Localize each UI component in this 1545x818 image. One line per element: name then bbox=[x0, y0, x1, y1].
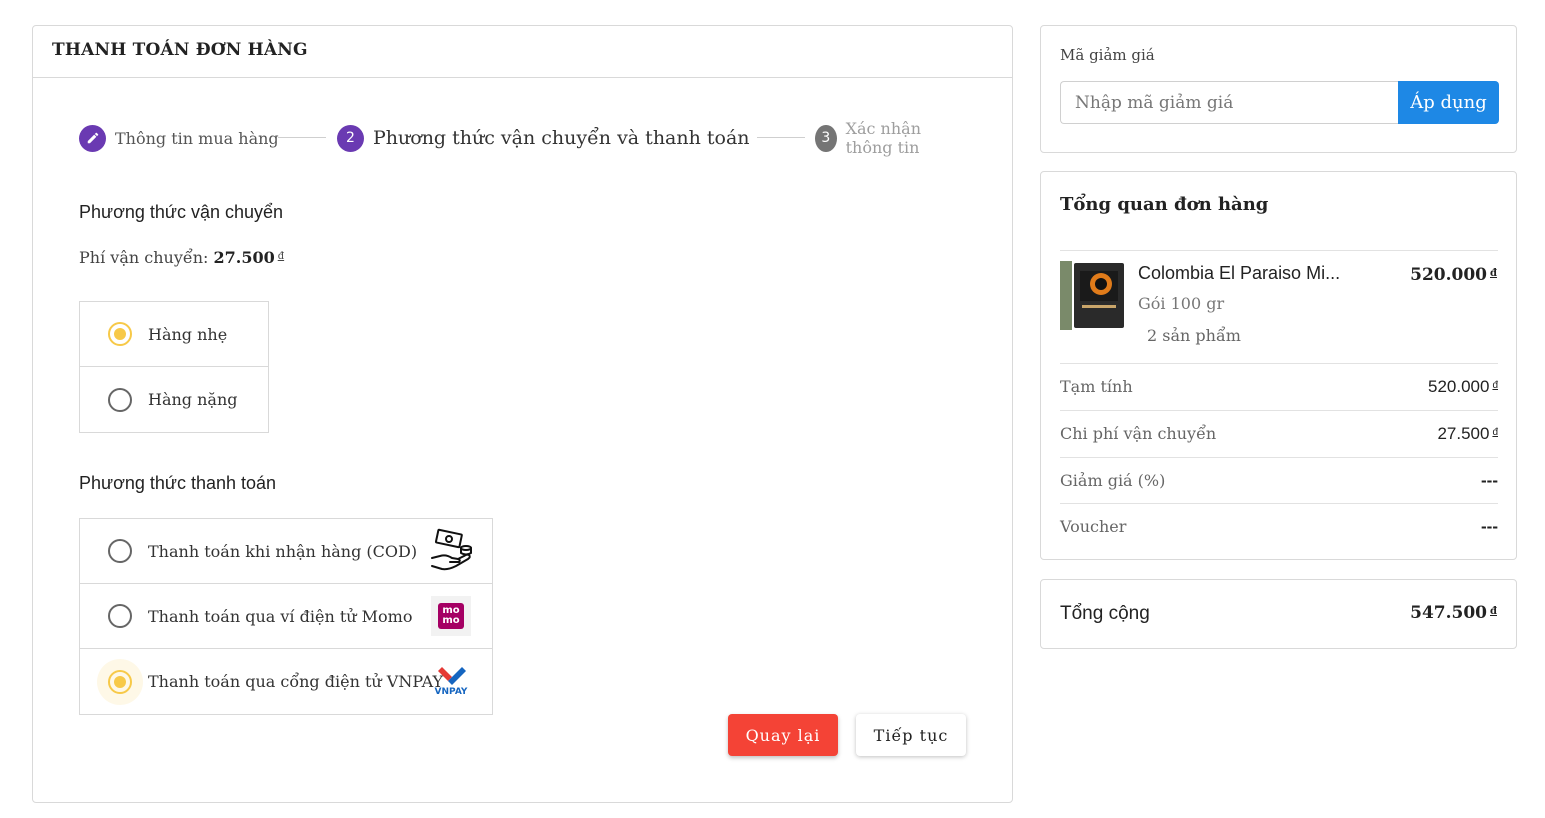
discount-value: --- bbox=[1481, 470, 1498, 490]
currency-symbol: đ bbox=[1492, 379, 1498, 391]
shipping-fee-label: Phí vận chuyển: bbox=[79, 248, 209, 267]
shipping-option-light[interactable]: Hàng nhẹ bbox=[80, 302, 268, 367]
payment-option-cod[interactable]: Thanh toán khi nhận hàng (COD) bbox=[80, 519, 492, 584]
checkout-header: THANH TOÁN ĐƠN HÀNG bbox=[33, 26, 1012, 78]
coupon-label: Mã giảm giá bbox=[1060, 46, 1155, 64]
shipping-fee-value: 27.500 bbox=[213, 248, 275, 267]
subtotal-value: 520.000 bbox=[1427, 376, 1490, 396]
shipping-option-heavy[interactable]: Hàng nặng bbox=[80, 367, 268, 432]
momo-logo-text: mo mo bbox=[438, 603, 464, 629]
step-number: 2 bbox=[337, 124, 364, 152]
option-label: Hàng nhẹ bbox=[148, 324, 228, 344]
product-price-value: 520.000 bbox=[1410, 265, 1487, 285]
cash-hand-icon bbox=[428, 528, 474, 574]
step-connector bbox=[278, 137, 326, 138]
option-label: Thanh toán qua ví điện tử Momo bbox=[148, 606, 413, 626]
step-confirm[interactable]: 3 Xác nhận thông tin bbox=[815, 119, 969, 157]
product-image bbox=[1060, 261, 1127, 330]
checkout-card: THANH TOÁN ĐƠN HÀNG Thông tin mua hàng 2… bbox=[32, 25, 1013, 803]
order-summary-card: Tổng quan đơn hàng Colombia El Paraiso M… bbox=[1040, 171, 1517, 560]
total-value: 547.500 đ bbox=[1410, 603, 1497, 623]
discount-row: Giảm giá (%) --- bbox=[1060, 457, 1498, 504]
page-title: THANH TOÁN ĐƠN HÀNG bbox=[52, 40, 308, 60]
step-label: Xác nhận thông tin bbox=[845, 119, 922, 157]
shipping-cost-value: 27.500 bbox=[1437, 423, 1490, 443]
payment-option-vnpay[interactable]: Thanh toán qua cổng điện tử VNPAY VNPAY bbox=[80, 649, 492, 714]
product-name[interactable]: Colombia El Paraiso Mi... bbox=[1138, 263, 1363, 284]
step-shipping-payment[interactable]: 2 Phương thức vận chuyển và thanh toán bbox=[337, 123, 750, 153]
payment-options: Thanh toán khi nhận hàng (COD) Thanh toá… bbox=[79, 518, 493, 715]
radio-button[interactable] bbox=[108, 387, 132, 412]
currency-symbol: đ bbox=[1490, 606, 1497, 617]
shipping-options: Hàng nhẹ Hàng nặng bbox=[79, 301, 269, 433]
subtotal-row: Tạm tính 520.000 đ bbox=[1060, 363, 1498, 410]
total-amount: 547.500 bbox=[1410, 603, 1487, 623]
currency-symbol: đ bbox=[277, 251, 285, 262]
shipping-section-title: Phương thức vận chuyển bbox=[79, 202, 284, 222]
currency-symbol: đ bbox=[1490, 268, 1497, 279]
payment-option-momo[interactable]: Thanh toán qua ví điện tử Momo mo mo bbox=[80, 584, 492, 649]
step-number: 3 bbox=[815, 124, 837, 152]
radio-button[interactable] bbox=[108, 669, 132, 694]
vnpay-icon: VNPAY bbox=[428, 658, 474, 704]
continue-button[interactable]: Tiếp tục bbox=[856, 714, 966, 756]
total-label: Tổng cộng bbox=[1060, 603, 1150, 624]
voucher-row: Voucher --- bbox=[1060, 503, 1498, 550]
shipping-fee: Phí vận chuyển: 27.500 đ bbox=[79, 248, 284, 267]
radio-button[interactable] bbox=[108, 604, 132, 628]
row-label: Tạm tính bbox=[1060, 377, 1133, 396]
row-label: Chi phí vận chuyển bbox=[1060, 424, 1217, 443]
summary-title: Tổng quan đơn hàng bbox=[1060, 194, 1269, 215]
pencil-icon bbox=[79, 124, 106, 152]
coupon-input[interactable] bbox=[1060, 81, 1400, 124]
step-label: Thông tin mua hàng bbox=[115, 128, 279, 148]
apply-coupon-button[interactable]: Áp dụng bbox=[1398, 81, 1499, 124]
radio-button[interactable] bbox=[108, 322, 132, 346]
row-value: 520.000 đ bbox=[1428, 377, 1498, 397]
step-connector bbox=[757, 137, 805, 138]
option-label: Hàng nặng bbox=[148, 390, 238, 409]
divider bbox=[1060, 250, 1498, 251]
total-card: Tổng cộng 547.500 đ bbox=[1040, 579, 1517, 649]
option-label: Thanh toán qua cổng điện tử VNPAY bbox=[148, 672, 444, 691]
voucher-value: --- bbox=[1481, 516, 1498, 536]
row-label: Giảm giá (%) bbox=[1060, 471, 1166, 490]
radio-button[interactable] bbox=[108, 539, 132, 563]
checkout-stepper: Thông tin mua hàng 2 Phương thức vận chu… bbox=[79, 119, 969, 157]
coupon-card: Mã giảm giá Áp dụng bbox=[1040, 25, 1517, 153]
row-value: 27.500 đ bbox=[1437, 424, 1498, 444]
currency-symbol: đ bbox=[1492, 426, 1498, 438]
vnpay-logo-text: VNPAY bbox=[434, 687, 468, 697]
step-label: Phương thức vận chuyển và thanh toán bbox=[373, 127, 750, 149]
option-label: Thanh toán khi nhận hàng (COD) bbox=[148, 541, 418, 561]
back-button[interactable]: Quay lại bbox=[728, 714, 838, 756]
shipping-cost-row: Chi phí vận chuyển 27.500 đ bbox=[1060, 410, 1498, 457]
step-purchase-info[interactable]: Thông tin mua hàng bbox=[79, 123, 279, 153]
momo-icon: mo mo bbox=[428, 593, 474, 639]
product-variant: Gói 100 gr bbox=[1138, 294, 1225, 313]
product-quantity: 2 sản phẩm bbox=[1147, 326, 1241, 345]
product-price: 520.000 đ bbox=[1410, 265, 1497, 285]
row-label: Voucher bbox=[1060, 517, 1127, 536]
payment-section-title: Phương thức thanh toán bbox=[79, 473, 277, 493]
